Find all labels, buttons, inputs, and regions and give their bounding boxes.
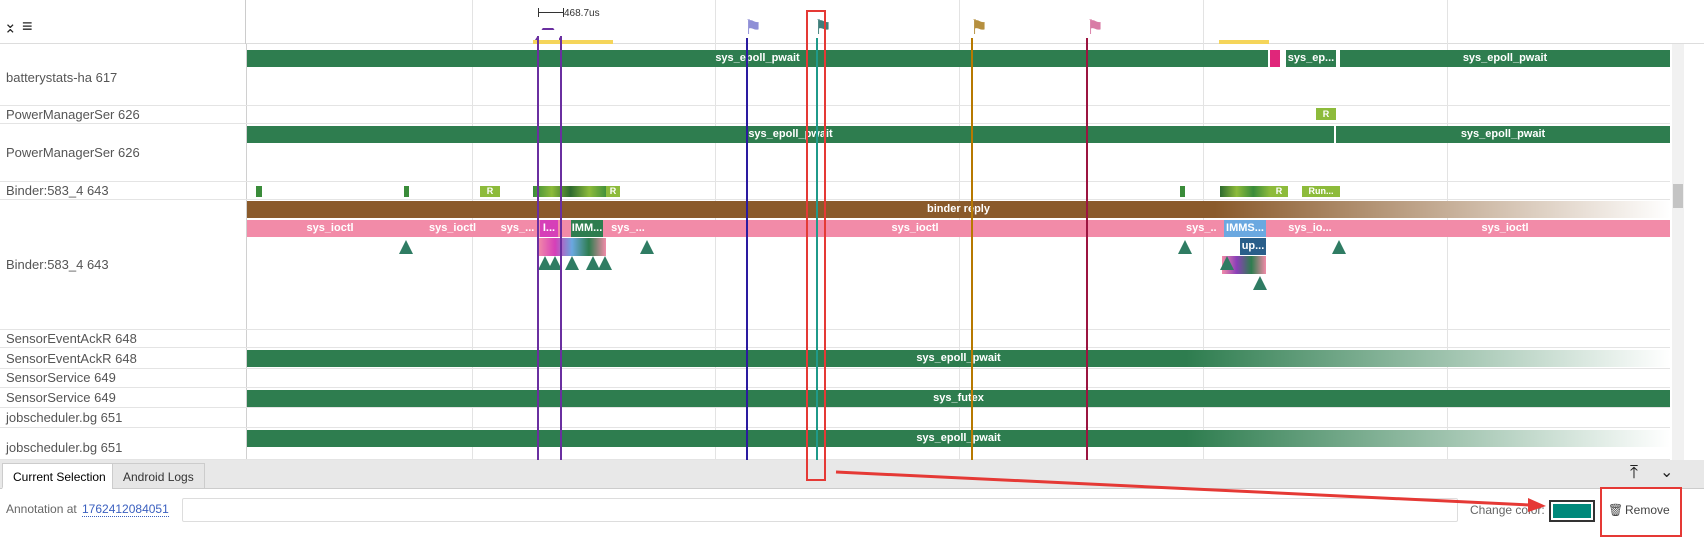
- callout-arrow: [835, 470, 1546, 512]
